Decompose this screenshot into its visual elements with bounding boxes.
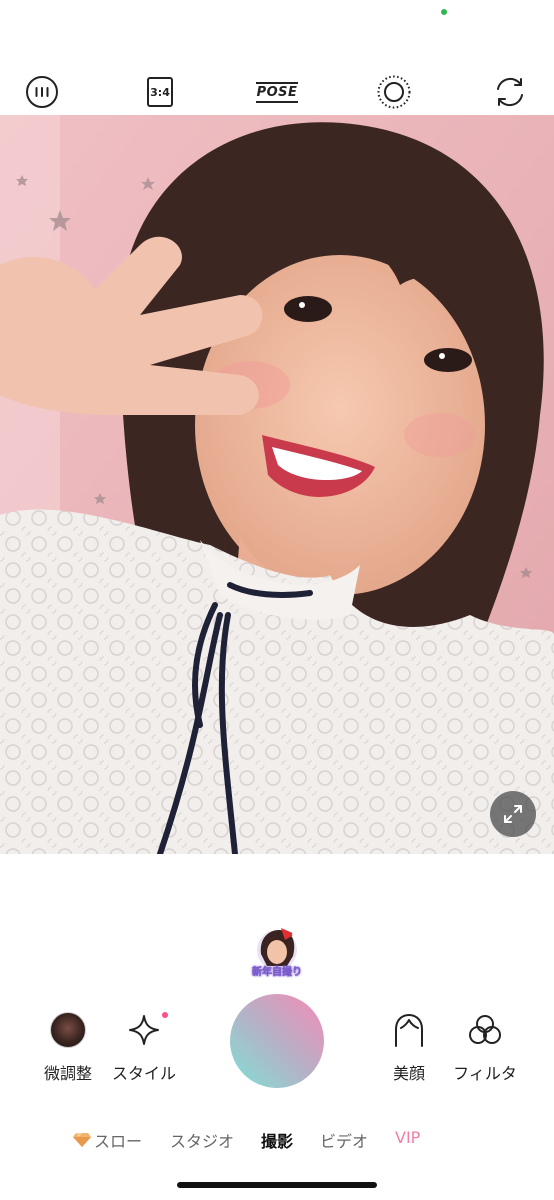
- mode-tab-photo[interactable]: 撮影: [261, 1128, 293, 1152]
- mode-tab-slow[interactable]: スロー: [72, 1128, 142, 1152]
- pose-button[interactable]: POSE: [255, 72, 299, 112]
- camera-toolbar: 3:4 POSE: [0, 70, 554, 114]
- sparkle-icon: [129, 1015, 159, 1045]
- new-badge-dot: [162, 1012, 168, 1018]
- filter-button[interactable]: フィルタ: [445, 1010, 525, 1084]
- camera-preview-image: [0, 115, 554, 854]
- menu-icon: [26, 76, 58, 108]
- new-year-selfie-sticker[interactable]: 新年自撮り: [251, 926, 303, 978]
- mode-tab-video[interactable]: ビデオ: [320, 1128, 368, 1152]
- face-thumbnail-icon: [50, 1012, 86, 1048]
- beauty-label: 美顔: [392, 1064, 425, 1083]
- mode-tab-studio[interactable]: スタジオ: [170, 1128, 234, 1152]
- beauty-button[interactable]: 美顔: [369, 1010, 449, 1084]
- expand-icon: [504, 805, 522, 823]
- aspect-ratio-button[interactable]: 3:4: [140, 72, 180, 112]
- shutter-button[interactable]: [230, 994, 324, 1088]
- filter-label: フィルタ: [453, 1064, 517, 1083]
- status-indicator-dot: [441, 9, 447, 15]
- style-button[interactable]: スタイル: [104, 1010, 184, 1084]
- camera-mode-tabs: スロー スタジオ 撮影 ビデオ VIP: [0, 1128, 554, 1154]
- timer-circle-icon: [377, 75, 411, 109]
- flip-camera-icon: [497, 77, 523, 107]
- fine-tune-button[interactable]: 微調整: [28, 1010, 108, 1084]
- mode-slow-label: スロー: [94, 1132, 143, 1151]
- pose-label: POSE: [255, 81, 299, 103]
- flip-camera-button[interactable]: [490, 72, 530, 112]
- face-outline-icon: [395, 1013, 423, 1047]
- expand-preview-button[interactable]: [490, 791, 536, 837]
- home-indicator[interactable]: [177, 1182, 377, 1188]
- fine-tune-label: 微調整: [43, 1064, 92, 1083]
- filter-circles-icon: [469, 1015, 501, 1044]
- mode-tab-vip[interactable]: VIP: [395, 1128, 420, 1147]
- aspect-ratio-label: 3:4: [147, 77, 173, 107]
- timer-mode-button[interactable]: [374, 72, 414, 112]
- style-label: スタイル: [111, 1064, 176, 1083]
- sticker-label: 新年自撮り: [252, 967, 302, 978]
- menu-button[interactable]: [22, 72, 62, 112]
- camera-preview[interactable]: [0, 115, 554, 854]
- diamond-icon: [73, 1133, 91, 1147]
